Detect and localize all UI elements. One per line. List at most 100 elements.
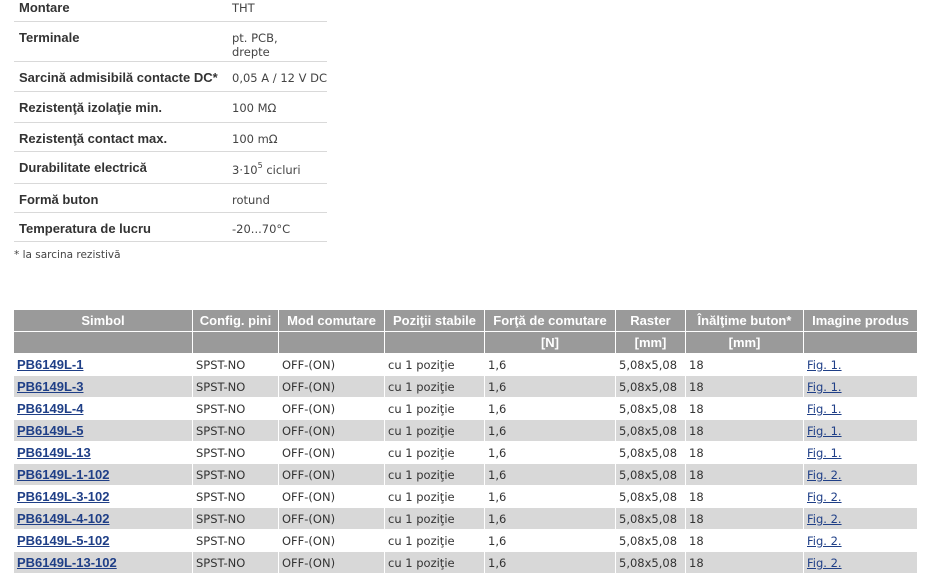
symbol-cell: PB6149L-1 xyxy=(14,354,193,376)
button-height-cell: 18 xyxy=(686,530,804,552)
switching-mode-cell: OFF-(ON) xyxy=(279,552,385,574)
raster-cell: 5,08x5,08 xyxy=(616,442,686,464)
column-header: Raster xyxy=(616,310,686,332)
button-height-cell: 18 xyxy=(686,420,804,442)
stable-positions-cell: cu 1 poziţie xyxy=(385,552,485,574)
units-row: [N] [mm] [mm] xyxy=(14,332,917,354)
pin-config-cell: SPST-NO xyxy=(193,398,279,420)
spec-key: Durabilitate electrică xyxy=(14,151,225,184)
column-header: Config. pini xyxy=(193,310,279,332)
symbol-cell: PB6149L-13 xyxy=(14,442,193,464)
pin-config-cell: SPST-NO xyxy=(193,354,279,376)
symbol-cell: PB6149L-3-102 xyxy=(14,486,193,508)
button-height-cell: 18 xyxy=(686,552,804,574)
figure-link[interactable]: Fig. 1. xyxy=(807,380,842,394)
table-row: PB6149L-1 SPST-NO OFF-(ON) cu 1 poziţie 1,6 5… xyxy=(14,354,917,376)
switching-force-cell: 1,6 xyxy=(485,442,616,464)
product-symbol-link[interactable]: PB6149L-5 xyxy=(17,423,83,438)
pin-config-cell: SPST-NO xyxy=(193,376,279,398)
stable-positions-cell: cu 1 poziţie xyxy=(385,508,485,530)
table-row: PB6149L-4 SPST-NO OFF-(ON) cu 1 poziţie 1,6 5… xyxy=(14,398,917,420)
button-height-cell: 18 xyxy=(686,464,804,486)
table-row: PB6149L-13 SPST-NO OFF-(ON) cu 1 poziţie 1,6… xyxy=(14,442,917,464)
product-image-cell: Fig. 2. xyxy=(804,552,917,574)
switching-mode-cell: OFF-(ON) xyxy=(279,354,385,376)
spec-row: Formă buton rotund xyxy=(14,183,327,213)
figure-link[interactable]: Fig. 2. xyxy=(807,534,842,548)
spec-key: Rezistenţă contact max. xyxy=(14,122,225,152)
switching-mode-cell: OFF-(ON) xyxy=(279,486,385,508)
switching-force-cell: 1,6 xyxy=(485,354,616,376)
switching-mode-cell: OFF-(ON) xyxy=(279,420,385,442)
raster-cell: 5,08x5,08 xyxy=(616,508,686,530)
switching-force-cell: 1,6 xyxy=(485,464,616,486)
product-symbol-link[interactable]: PB6149L-1-102 xyxy=(17,467,110,482)
figure-link[interactable]: Fig. 1. xyxy=(807,424,842,438)
pin-config-cell: SPST-NO xyxy=(193,420,279,442)
product-symbol-link[interactable]: PB6149L-3 xyxy=(17,379,83,394)
product-symbol-link[interactable]: PB6149L-13-102 xyxy=(17,555,117,570)
symbol-cell: PB6149L-5-102 xyxy=(14,530,193,552)
figure-link[interactable]: Fig. 1. xyxy=(807,358,842,372)
figure-link[interactable]: Fig. 2. xyxy=(807,490,842,504)
figure-link[interactable]: Fig. 2. xyxy=(807,556,842,570)
spec-key: Sarcină admisibilă contacte DC* xyxy=(14,61,225,92)
product-table: Simbol Config. pini Mod comutare Poziţii… xyxy=(14,310,917,574)
raster-cell: 5,08x5,08 xyxy=(616,552,686,574)
footnote: * la sarcina rezistivă xyxy=(14,249,121,261)
spec-key: Rezistenţă izolaţie min. xyxy=(14,91,225,123)
spec-value: pt. PCB, drepte xyxy=(225,21,327,62)
figure-link[interactable]: Fig. 2. xyxy=(807,468,842,482)
column-header: Poziţii stabile xyxy=(385,310,485,332)
table-row: PB6149L-13-102 SPST-NO OFF-(ON) cu 1 poziţi… xyxy=(14,552,917,574)
pin-config-cell: SPST-NO xyxy=(193,464,279,486)
switching-force-cell: 1,6 xyxy=(485,420,616,442)
spec-key: Montare xyxy=(14,0,225,22)
figure-link[interactable]: Fig. 2. xyxy=(807,512,842,526)
product-symbol-link[interactable]: PB6149L-1 xyxy=(17,357,83,372)
switching-mode-cell: OFF-(ON) xyxy=(279,464,385,486)
symbol-cell: PB6149L-4-102 xyxy=(14,508,193,530)
product-table-body: PB6149L-1 SPST-NO OFF-(ON) cu 1 poziţie 1,6 5… xyxy=(14,354,917,574)
symbol-cell: PB6149L-5 xyxy=(14,420,193,442)
unit-header: [N] xyxy=(485,332,616,354)
figure-link[interactable]: Fig. 1. xyxy=(807,446,842,460)
product-image-cell: Fig. 2. xyxy=(804,530,917,552)
switching-mode-cell: OFF-(ON) xyxy=(279,508,385,530)
product-symbol-link[interactable]: PB6149L-5-102 xyxy=(17,533,110,548)
button-height-cell: 18 xyxy=(686,376,804,398)
stable-positions-cell: cu 1 poziţie xyxy=(385,376,485,398)
stable-positions-cell: cu 1 poziţie xyxy=(385,442,485,464)
symbol-cell: PB6149L-3 xyxy=(14,376,193,398)
pin-config-cell: SPST-NO xyxy=(193,486,279,508)
spec-value: rotund xyxy=(225,183,327,213)
symbol-cell: PB6149L-4 xyxy=(14,398,193,420)
pin-config-cell: SPST-NO xyxy=(193,508,279,530)
spec-value: 100 MΩ xyxy=(225,91,327,123)
product-symbol-link[interactable]: PB6149L-4-102 xyxy=(17,511,110,526)
column-header: Forţă de comutare xyxy=(485,310,616,332)
unit-header xyxy=(14,332,193,354)
switching-force-cell: 1,6 xyxy=(485,530,616,552)
switching-force-cell: 1,6 xyxy=(485,552,616,574)
spec-value: 3·105 cicluri xyxy=(225,151,327,184)
button-height-cell: 18 xyxy=(686,486,804,508)
product-image-cell: Fig. 1. xyxy=(804,376,917,398)
button-height-cell: 18 xyxy=(686,442,804,464)
unit-header xyxy=(279,332,385,354)
spec-row: Sarcină admisibilă contacte DC* 0,05 A /… xyxy=(14,61,327,92)
table-row: PB6149L-5-102 SPST-NO OFF-(ON) cu 1 poziţie… xyxy=(14,530,917,552)
switching-mode-cell: OFF-(ON) xyxy=(279,442,385,464)
symbol-cell: PB6149L-13-102 xyxy=(14,552,193,574)
spec-key: Temperatura de lucru xyxy=(14,212,225,242)
product-symbol-link[interactable]: PB6149L-3-102 xyxy=(17,489,110,504)
pin-config-cell: SPST-NO xyxy=(193,442,279,464)
column-header: Înălţime buton* xyxy=(686,310,804,332)
product-symbol-link[interactable]: PB6149L-4 xyxy=(17,401,83,416)
raster-cell: 5,08x5,08 xyxy=(616,420,686,442)
figure-link[interactable]: Fig. 1. xyxy=(807,402,842,416)
raster-cell: 5,08x5,08 xyxy=(616,354,686,376)
product-symbol-link[interactable]: PB6149L-13 xyxy=(17,445,91,460)
button-height-cell: 18 xyxy=(686,354,804,376)
pin-config-cell: SPST-NO xyxy=(193,552,279,574)
